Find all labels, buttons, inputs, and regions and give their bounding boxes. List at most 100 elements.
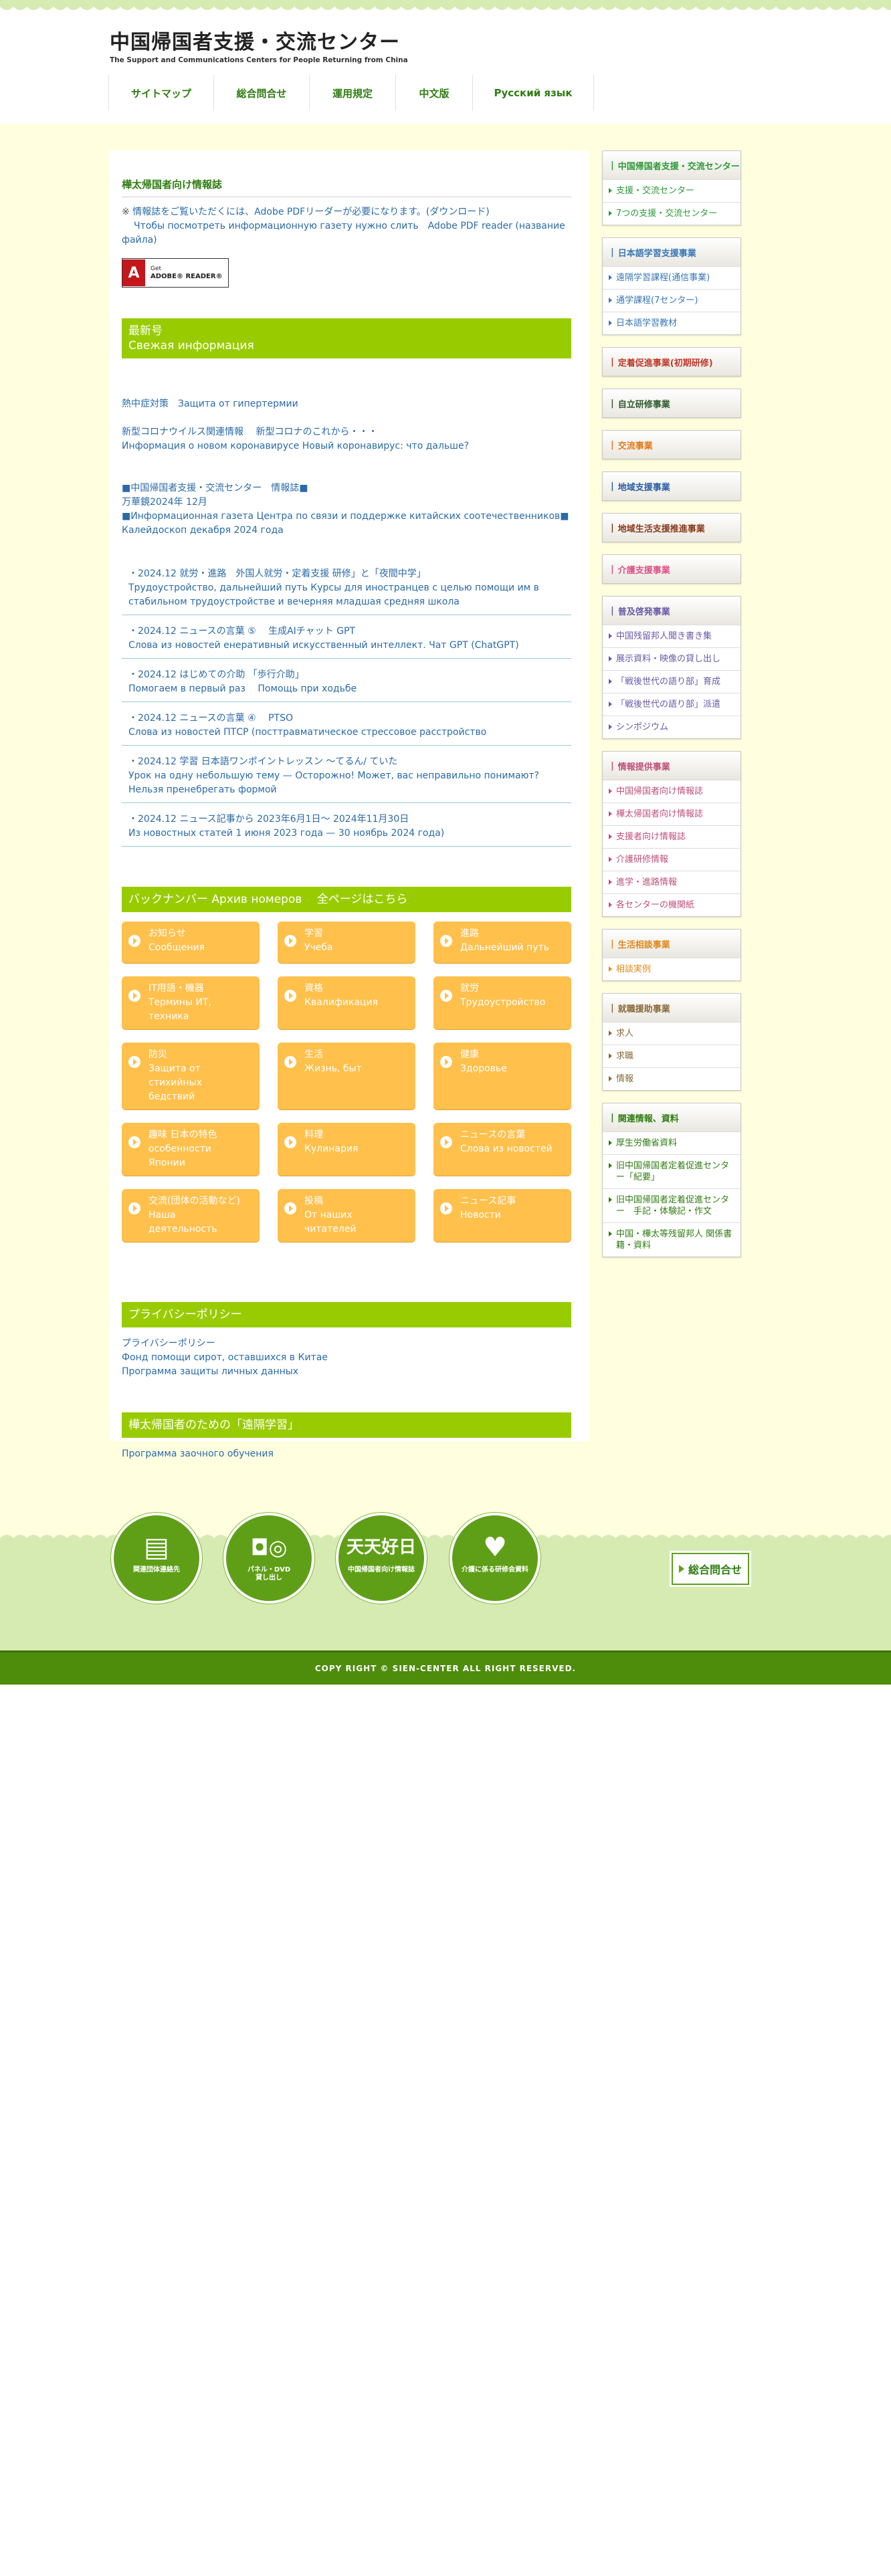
sidebar-item[interactable]: 中国帰国者向け情報誌 <box>603 780 740 802</box>
sidebar-item[interactable]: 旧中国帰国者定着促進センター 手記・体験記・作文 <box>603 1188 740 1222</box>
privacy-link-fund[interactable]: Фонд помощи сирот, оставшихся в Китае <box>122 1352 328 1363</box>
footer-contact-button[interactable]: 総合問合せ <box>670 1551 751 1587</box>
site-logo[interactable]: 中国帰国者支援・交流センター The Support and Communica… <box>110 25 408 64</box>
nav-russian[interactable]: Русский язык <box>472 75 594 111</box>
backnumber-header[interactable]: バックナンバー Архив номеров 全ページはこちら <box>122 887 571 912</box>
nav-sitemap[interactable]: サイトマップ <box>108 75 214 111</box>
news-item[interactable]: ・2024.12 ニュースの言葉 ⑤ 生成AIチャット GPT Слова из … <box>122 615 571 659</box>
sidebar-section-title[interactable]: | 普及啓発事業 <box>603 597 740 625</box>
sidebar-item[interactable]: 介護研修情報 <box>603 848 740 871</box>
sidebar-section-title[interactable]: | 介護支援事業 <box>603 555 740 583</box>
backnumber-button-label: 投稿 От наших читателей <box>304 1196 357 1235</box>
backnumber-button-label: 資格 Квалификация <box>304 983 378 1008</box>
news-item[interactable]: ・2024.12 学習 日本語ワンポイントレッスン 〜てるん/ ていた Урок … <box>122 746 571 803</box>
backnumber-button[interactable]: 生活 Жизнь, быт <box>278 1043 415 1109</box>
arrow-right-icon <box>678 1565 684 1573</box>
news-line[interactable]: 新型コロナウイルス関連情報 新型コロナのこれから・・・ <box>122 425 571 439</box>
sidebar-item[interactable]: 「戦後世代の語り部」派遣 <box>603 693 740 716</box>
news-item[interactable]: ・2024.12 就労・進路 外国人就労・定着支援 研修」と「夜間中学」 Труд… <box>122 558 571 615</box>
sidebar-item[interactable]: 旧中国帰国者定着促進センター「紀要」 <box>603 1154 740 1188</box>
footer-icon-caption: パネル・DVD 貸し出し <box>247 1566 291 1582</box>
sidebar-section-title[interactable]: | 関連情報、資料 <box>603 1103 740 1132</box>
sidebar-item[interactable]: シンポジウム <box>603 716 740 738</box>
sidebar-item[interactable]: 通学課程(7センター) <box>603 289 740 312</box>
news-line <box>122 453 571 467</box>
privacy-link-program[interactable]: Программа защиты личных данных <box>122 1366 298 1377</box>
backnumber-button[interactable]: 料理 Кулинария <box>278 1123 415 1176</box>
news-line[interactable]: 熱中症対策 Защита от гипертермии <box>122 397 571 411</box>
arrow-circle-icon <box>284 1136 296 1148</box>
backnumber-button[interactable]: 交流(団体の活動など) Наша деятельность <box>122 1189 260 1242</box>
sidebar-section-title[interactable]: | 情報提供事業 <box>603 752 740 780</box>
sidebar-section: | 定着促進事業(初期研修) <box>602 347 741 377</box>
arrow-circle-icon <box>440 1056 452 1068</box>
backnumber-button[interactable]: 防災 Защита от стихийных бедствий <box>122 1043 260 1109</box>
backnumber-button[interactable]: 資格 Квалификация <box>278 976 415 1029</box>
sidebar-item[interactable]: 日本語学習教材 <box>603 312 740 334</box>
sidebar-section-title[interactable]: | 定着促進事業(初期研修) <box>603 348 740 376</box>
sidebar-item[interactable]: 相談実例 <box>603 958 740 980</box>
news-line[interactable]: Информация о новом коронавирусе Новый ко… <box>122 439 571 453</box>
nav-chinese[interactable]: 中文版 <box>395 75 473 111</box>
sidebar-section-title[interactable]: | 日本語学習支援事業 <box>603 238 740 266</box>
sidebar-item[interactable]: 支援・交流センター <box>603 179 740 202</box>
sidebar-item[interactable]: 中国残留邦人聞き書き集 <box>603 625 740 647</box>
footer-panel-dvd-icon[interactable]: ◘◎ パネル・DVD 貸し出し <box>223 1513 314 1604</box>
sidebar-section: | 交流事業 <box>602 430 741 459</box>
backnumber-button[interactable]: 健康 Здоровье <box>433 1043 571 1109</box>
sidebar-item[interactable]: 求職 <box>603 1045 740 1067</box>
backnumber-button[interactable]: 進路 Дальнейший путь <box>433 922 571 963</box>
latest-issue-header: 最新号 Свежая информация <box>122 318 571 358</box>
sidebar-item[interactable]: 中国・樺太等残留邦人 関係書籍・資料 <box>603 1222 740 1257</box>
news-line[interactable]: ■中国帰国者支援・交流センター 情報誌■ <box>122 481 571 496</box>
sidebar-section-title[interactable]: | 自立研修事業 <box>603 389 740 417</box>
sidebar-item[interactable]: 遠隔学習課程(通信事業) <box>603 266 740 289</box>
sidebar-section-title[interactable]: | 生活相談事業 <box>603 930 740 958</box>
news-item[interactable]: ・2024.12 ニュースの言葉 ④ PTSO Слова из новостей… <box>122 702 571 746</box>
backnumber-button[interactable]: 投稿 От наших читателей <box>278 1189 415 1242</box>
tiantian-haori-logo-icon: 天天好日 <box>346 1537 416 1558</box>
sidebar-item[interactable]: 厚生労働省資料 <box>603 1132 740 1154</box>
sidebar-section: | 自立研修事業 <box>602 389 741 418</box>
backnumber-button[interactable]: ニュース記事 Новости <box>433 1189 571 1242</box>
sidebar-section-label: 地域支援事業 <box>617 482 670 493</box>
backnumber-button[interactable]: 就労 Трудоустройство <box>433 976 571 1029</box>
adobe-reader-badge[interactable]: A Get ADOBE® READER® <box>122 258 229 288</box>
news-item[interactable]: ・2024.12 ニュース記事から 2023年6月1日〜 2024年11月30日… <box>122 803 571 847</box>
backnumber-button[interactable]: IT用語・機器 Термины ИТ, техника <box>122 976 260 1029</box>
backnumber-button[interactable]: 学習 Учеба <box>278 922 415 963</box>
sidebar-section-title[interactable]: | 交流事業 <box>603 431 740 459</box>
copyright-bar: COPY RIGHT © SIEN-CENTER ALL RIGHT RESER… <box>0 1650 891 1685</box>
news-line[interactable]: 万華鏡2024年 12月 <box>122 496 571 510</box>
sidebar-item[interactable]: 展示資料・映像の貸し出し <box>603 647 740 670</box>
sidebar-section-title[interactable]: | 中国帰国者支援・交流センター <box>603 151 740 179</box>
sidebar-item[interactable]: 情報 <box>603 1067 740 1090</box>
distance-link[interactable]: Программа заочного обучения <box>122 1448 274 1459</box>
sidebar-section-title[interactable]: | 地域生活支援推進事業 <box>603 514 740 542</box>
backnumber-button[interactable]: お知らせ Сообщения <box>122 922 260 963</box>
pdf-download-link[interactable]: 情報誌をご覧いただくには、Adobe PDFリーダーが必要になります。(ダウンロ… <box>132 207 490 217</box>
news-line[interactable]: ■Информационная газета Центра по связи и… <box>122 510 571 524</box>
backnumber-button[interactable]: ニュースの言葉 Слова из новостей <box>433 1123 571 1176</box>
news-line[interactable]: Калейдоскоп декабря 2024 года <box>122 524 571 538</box>
sidebar-item[interactable]: 7つの支援・交流センター <box>603 202 740 225</box>
sidebar-section-label: 就職援助事業 <box>617 1004 670 1014</box>
sidebar-item[interactable]: 「戦後世代の語り部」育成 <box>603 670 740 693</box>
sidebar-item[interactable]: 求人 <box>603 1022 740 1045</box>
backnumber-button[interactable]: 趣味 日本の特色 особенности Японии <box>122 1123 260 1176</box>
sidebar-item[interactable]: 各センターの機関紙 <box>603 893 740 916</box>
nav-contact[interactable]: 総合問合せ <box>213 75 310 111</box>
news-item[interactable]: ・2024.12 はじめての介助 「歩行介助」 Помогаем в первый… <box>122 659 571 702</box>
privacy-link-policy[interactable]: プライバシーポリシー <box>122 1338 215 1349</box>
sidebar-item[interactable]: 支援者向け情報誌 <box>603 825 740 848</box>
sidebar-section-title[interactable]: | 地域支援事業 <box>603 472 740 500</box>
footer-organizations-icon[interactable]: ▤ 関連団体連絡先 <box>111 1513 202 1604</box>
backnumber-button-label: 健康 Здоровье <box>460 1049 507 1074</box>
footer-magazine-icon[interactable]: 天天好日 中国帰国者向け情報誌 <box>336 1513 427 1604</box>
sidebar-item[interactable]: 樺太帰国者向け情報誌 <box>603 802 740 825</box>
nav-rules[interactable]: 運用規定 <box>309 75 396 111</box>
footer-care-training-icon[interactable]: ♥ 介護に係る研修会資料 <box>450 1513 540 1604</box>
news-item-jp: ・2024.12 ニュース記事から 2023年6月1日〜 2024年11月30日 <box>128 814 409 825</box>
sidebar-item[interactable]: 進学・進路情報 <box>603 871 740 893</box>
sidebar-section-title[interactable]: | 就職援助事業 <box>603 994 740 1022</box>
